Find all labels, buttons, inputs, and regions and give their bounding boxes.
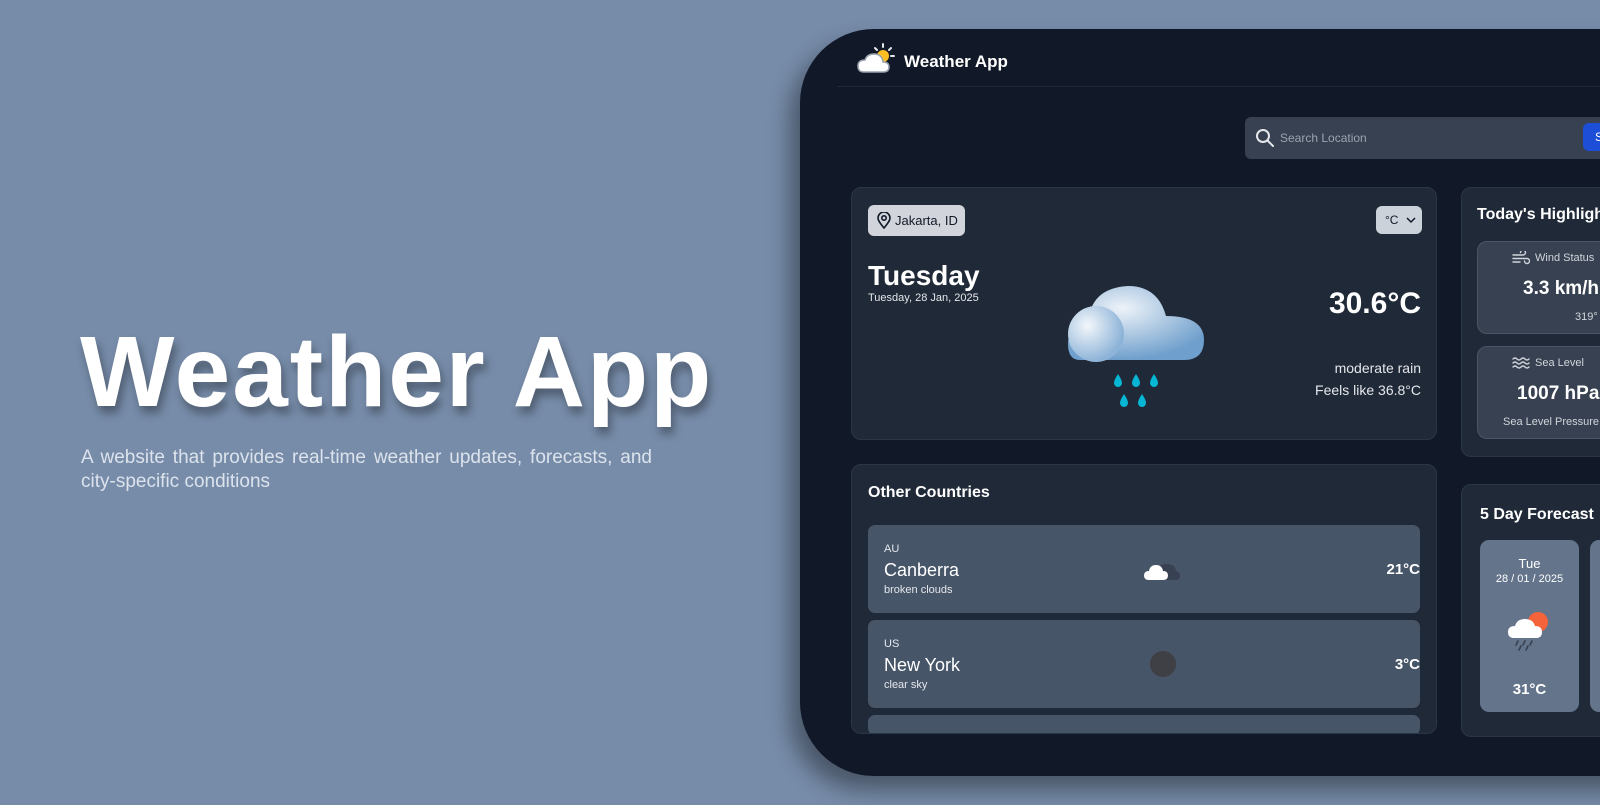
waves-icon	[1512, 357, 1530, 369]
location-name: Jakarta, ID	[895, 213, 958, 228]
app-name[interactable]: Weather App	[904, 52, 1008, 72]
search-icon	[1256, 129, 1274, 147]
sea-level-tile: Sea Level 1007 hPa Sea Level Pressure	[1477, 346, 1600, 439]
hero-title: Weather App	[80, 316, 714, 428]
country-city: Canberra	[884, 560, 960, 580]
forecast-day-tile: Tue 28 / 01 / 2025 31°C	[1480, 540, 1579, 712]
country-code: AU	[884, 543, 900, 555]
forecast-title: 5 Day Forecast	[1480, 506, 1594, 523]
country-row-canberra[interactable]: AU Canberra broken clouds 21°C	[868, 525, 1420, 613]
rain-cloud-icon	[1068, 286, 1204, 407]
wind-status-tile: Wind Status 3.3 km/h 319°	[1477, 241, 1600, 334]
search-bar: Search	[1245, 117, 1600, 159]
clear-night-icon	[1150, 651, 1176, 677]
search-input[interactable]	[1278, 117, 1578, 159]
weather-condition: moderate rain	[1334, 360, 1421, 376]
current-date: Tuesday, 28 Jan, 2025	[868, 292, 979, 304]
other-countries-card: Other Countries AU Canberra broken cloud…	[851, 464, 1437, 734]
country-list: AU Canberra broken clouds 21°C US New Yo…	[868, 525, 1420, 733]
hero-subtitle: A website that provides real-time weathe…	[81, 447, 652, 492]
unit-value: °C	[1385, 213, 1399, 227]
feels-like: Feels like 36.8°C	[1315, 382, 1421, 398]
forecast-day-tile-partial	[1590, 540, 1600, 712]
unit-select[interactable]: °C	[1376, 206, 1422, 234]
navbar: Weather App	[837, 29, 1600, 87]
wind-value: 3.3 km/h	[1523, 278, 1600, 299]
other-countries-title: Other Countries	[868, 484, 990, 501]
forecast-temperature: 31°C	[1512, 681, 1547, 698]
sun-cloud-icon	[857, 43, 895, 73]
country-city: New York	[884, 655, 961, 675]
sea-level-value: 1007 hPa	[1517, 383, 1600, 404]
wind-direction: 319°	[1575, 311, 1598, 323]
highlights-title: Today's Highlights	[1477, 206, 1600, 223]
day-name: Tuesday	[868, 260, 980, 291]
search-button[interactable]: Search	[1583, 123, 1600, 151]
country-temperature: 21°C	[1386, 561, 1420, 578]
map-pin-icon	[877, 212, 891, 229]
sun-rain-icon	[1508, 612, 1548, 651]
country-description: clear sky	[884, 679, 928, 691]
sea-level-label: Sea Level	[1535, 357, 1584, 369]
country-temperature: 3°C	[1394, 656, 1420, 673]
sea-level-sub: Sea Level Pressure	[1503, 416, 1599, 428]
current-temperature: 30.6°C	[1328, 287, 1421, 320]
country-code: US	[884, 638, 900, 650]
country-description: broken clouds	[884, 584, 953, 596]
country-row-partial[interactable]	[868, 715, 1420, 733]
wind-icon	[1512, 251, 1530, 265]
current-weather-card: Jakarta, ID °C Tuesday Tuesday, 28 Jan, …	[851, 187, 1437, 440]
app-window: Weather App Search Jakarta, ID °C Tuesda…	[800, 29, 1600, 776]
location-badge[interactable]: Jakarta, ID	[868, 205, 965, 236]
forecast-day-name: Tue	[1518, 556, 1541, 571]
chevron-down-icon	[1406, 217, 1416, 224]
country-row-new-york[interactable]: US New York clear sky 3°C	[868, 620, 1420, 708]
forecast-date: 28 / 01 / 2025	[1495, 573, 1564, 585]
forecast-card: 5 Day Forecast Tue 28 / 01 / 2025 31°C	[1461, 484, 1600, 737]
broken-clouds-icon	[1144, 564, 1180, 580]
wind-label: Wind Status	[1535, 252, 1595, 264]
highlights-card: Today's Highlights Wind Status 3.3 km/h …	[1461, 187, 1600, 457]
